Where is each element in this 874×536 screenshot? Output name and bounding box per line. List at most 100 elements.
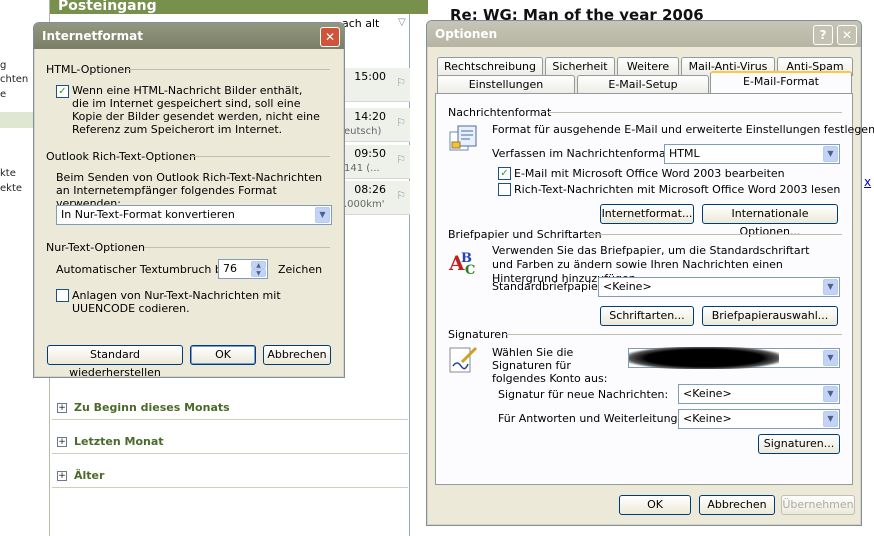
chevron-down-icon[interactable]: ▼ (823, 411, 838, 427)
uuencode-checkbox[interactable] (56, 289, 69, 302)
options-title: Optionen (435, 27, 498, 41)
flag-column-icon[interactable]: ▽ (398, 17, 406, 28)
expand-icon[interactable]: + (57, 437, 67, 447)
compose-format-value: HTML (669, 147, 700, 160)
list-item[interactable]: 15:00 ⚐ (340, 68, 410, 102)
signatures-button[interactable]: Signaturen... (758, 434, 840, 454)
chevron-down-icon[interactable]: ▼ (315, 207, 330, 223)
folder-fragment[interactable]: e (0, 89, 6, 100)
internetformat-titlebar: Internetformat (34, 23, 344, 49)
divider (586, 234, 842, 235)
reading-link[interactable]: x (864, 175, 871, 189)
list-item[interactable]: 09:50 141 (... ⚐ (340, 145, 410, 179)
stationery-select[interactable]: <Keine> ▼ (598, 277, 840, 297)
chevron-up-icon[interactable]: ▲ (251, 261, 266, 269)
internetformat-title: Internetformat (42, 29, 143, 43)
folder-fragment[interactable]: g (0, 60, 6, 71)
wrap-stepper[interactable]: 76 ▲ ▼ (218, 259, 268, 279)
tab-email-format[interactable]: E-Mail-Format (710, 71, 852, 93)
word-read-label: Rich-Text-Nachrichten mit Microsoft Offi… (514, 183, 841, 196)
group-header[interactable]: + Älter (52, 464, 408, 488)
chevron-down-icon[interactable]: ▼ (823, 386, 838, 402)
flag-icon[interactable]: ⚐ (396, 116, 406, 129)
close-icon[interactable]: ✕ (837, 25, 857, 45)
svg-text:C: C (465, 263, 475, 276)
chevron-down-icon[interactable]: ▼ (823, 279, 838, 295)
sig-new-select[interactable]: <Keine> ▼ (678, 384, 840, 404)
tab-rechtschreibung[interactable]: Rechtschreibung (437, 57, 543, 76)
cancel-button[interactable]: Abbrechen (699, 495, 775, 515)
signature-desc: Wählen Sie die Signaturen für folgendes … (492, 346, 608, 385)
msgformat-desc: Format für ausgehende E-Mail und erweite… (492, 123, 874, 136)
divider (144, 247, 330, 248)
options-dialog: Optionen ? ✕ Rechtschreibung Sicherheit … (426, 20, 874, 526)
folder-fragment[interactable]: chten (0, 74, 28, 85)
tab-sicherheit[interactable]: Sicherheit (545, 57, 615, 76)
divider (548, 112, 842, 113)
rtf-group-label: Outlook Rich-Text-Optionen (46, 150, 196, 163)
cancel-button[interactable]: Abbrechen (263, 345, 331, 365)
rtf-format-select[interactable]: In Nur-Text-Format konvertieren ▼ (56, 205, 332, 225)
html-images-checkbox[interactable]: ✓ (56, 85, 69, 98)
flag-icon[interactable]: ⚐ (396, 189, 406, 202)
stationery-picker-button[interactable]: Briefpapierauswahl... (702, 306, 838, 326)
expand-icon[interactable]: + (57, 403, 67, 413)
mail-snippet: 141 (... (344, 163, 380, 174)
word-read-checkbox[interactable] (498, 183, 511, 196)
options-titlebar: Optionen (427, 21, 861, 47)
list-item[interactable]: 08:26 .000km' ⚐ (340, 181, 410, 215)
apply-button[interactable]: Übernehmen (781, 495, 855, 515)
html-images-label: Wenn eine HTML-Nachricht Bilder enthält,… (72, 84, 320, 136)
sig-reply-select[interactable]: <Keine> ▼ (678, 409, 840, 429)
word-edit-checkbox[interactable]: ✓ (498, 167, 511, 180)
stationery-group-label: Briefpapier und Schriftarten (448, 228, 602, 241)
tab-einstellungen[interactable]: Einstellungen (437, 75, 575, 94)
signature-pen-icon (448, 344, 478, 374)
tab-weitere[interactable]: Weitere (617, 57, 679, 76)
flag-icon[interactable]: ⚐ (396, 76, 406, 89)
tab-email-setup[interactable]: E-Mail-Setup (577, 75, 709, 94)
mail-snippet: eutsch) (344, 126, 382, 137)
intl-options-button[interactable]: Internationale Optionen... (702, 204, 838, 238)
sig-new-value: <Keine> (683, 387, 732, 400)
stationery-label: Standardbriefpapier: (492, 280, 606, 293)
restore-defaults-button[interactable]: Standard wiederherstellen (47, 345, 183, 379)
close-icon[interactable]: ✕ (320, 27, 340, 47)
chevron-down-icon[interactable]: ▼ (823, 146, 838, 162)
account-select[interactable]: ▼ (628, 347, 840, 369)
msgformat-group-label: Nachrichtenformat (448, 106, 552, 119)
sig-reply-label: Für Antworten und Weiterleitungen: (498, 412, 695, 425)
group-label: Älter (74, 469, 105, 482)
chevron-down-icon[interactable]: ▼ (823, 350, 838, 366)
group-header[interactable]: + Zu Beginn dieses Monats (52, 396, 408, 420)
ok-button[interactable]: OK (619, 495, 691, 515)
mail-time: 14:20 (354, 110, 386, 123)
expand-icon[interactable]: + (57, 471, 67, 481)
group-label: Letzten Monat (74, 435, 164, 448)
rtf-format-value: In Nur-Text-Format konvertieren (61, 208, 235, 221)
mail-time: 08:26 (354, 183, 386, 196)
wrap-value: 76 (223, 262, 237, 275)
mail-time: 15:00 (354, 70, 386, 83)
group-header[interactable]: + Letzten Monat (52, 430, 408, 454)
list-header: Posteingang (50, 0, 428, 14)
flag-icon[interactable]: ⚐ (396, 153, 406, 166)
chevron-down-icon[interactable]: ▼ (251, 269, 266, 277)
sig-reply-value: <Keine> (683, 412, 732, 425)
internetformat-button[interactable]: Internetformat... (600, 204, 694, 224)
wrap-unit: Zeichen (278, 263, 323, 276)
folder-fragment[interactable]: kte (0, 168, 16, 179)
compose-format-select[interactable]: HTML ▼ (664, 144, 840, 164)
divider (126, 69, 330, 70)
fonts-button[interactable]: Schriftarten... (600, 306, 694, 326)
group-label: Zu Beginn dieses Monats (74, 401, 230, 414)
ok-button[interactable]: OK (190, 345, 256, 365)
mail-snippet: .000km' (344, 199, 385, 210)
folder-fragment[interactable]: ekte (0, 183, 22, 194)
compose-label: Verfassen im Nachrichtenformat: (492, 147, 674, 160)
wrap-label: Automatischer Textumbruch bei (56, 263, 232, 276)
list-item[interactable]: 14:20 eutsch) ⚐ (340, 108, 410, 142)
help-button[interactable]: ? (813, 25, 833, 45)
tab-panel: Nachrichtenformat Format für ausgehende … (435, 93, 874, 485)
arrange-column[interactable]: ach alt (342, 17, 379, 30)
